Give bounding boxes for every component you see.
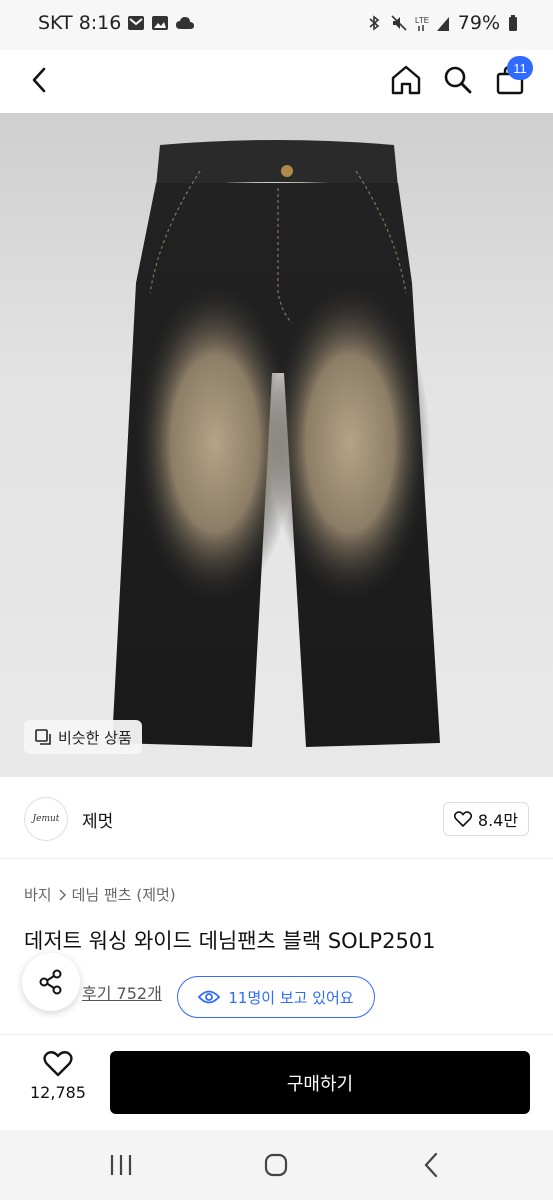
- similar-products-label: 비슷한 상품: [58, 728, 132, 747]
- home-button[interactable]: [384, 58, 428, 102]
- viewers-badge: 11명이 보고 있어요: [177, 976, 375, 1018]
- breadcrumb-category[interactable]: 바지: [24, 884, 52, 905]
- battery-icon: [509, 15, 517, 31]
- breadcrumb-subcategory[interactable]: 데님 팬츠 (제멋): [72, 884, 176, 905]
- brand-logo-text: Jemut: [32, 814, 60, 824]
- gmail-icon: [128, 16, 145, 30]
- chevron-right-icon: [59, 889, 66, 900]
- viewers-label: 11명이 보고 있어요: [228, 988, 354, 1007]
- back-nav-icon[interactable]: [422, 1152, 440, 1178]
- buy-button[interactable]: 구매하기: [110, 1051, 530, 1114]
- share-button[interactable]: [22, 953, 80, 1011]
- heart-icon: [43, 1051, 73, 1077]
- cloud-icon: [176, 17, 195, 29]
- status-bar: SKT 8:16 LTE 79%: [0, 0, 553, 50]
- brand-like-button[interactable]: 8.4만: [443, 802, 529, 836]
- gallery-icon: [152, 16, 169, 30]
- review-link[interactable]: 후기 752개: [82, 980, 162, 1004]
- search-button[interactable]: [436, 58, 480, 102]
- search-icon: [444, 66, 472, 94]
- copy-icon: [35, 729, 51, 745]
- recent-apps-icon[interactable]: [108, 1154, 134, 1176]
- share-icon: [39, 969, 62, 995]
- lte-signal-icon: LTE: [415, 16, 449, 31]
- wishlist-button[interactable]: 12,785: [24, 1050, 92, 1114]
- brand-logo[interactable]: Jemut: [24, 797, 68, 841]
- bluetooth-icon: [369, 15, 380, 31]
- breadcrumb: 바지 데님 팬츠 (제멋): [24, 884, 176, 905]
- jeans-image: [112, 140, 440, 747]
- product-image[interactable]: [0, 113, 553, 777]
- mute-icon: [391, 15, 407, 31]
- carrier-time: SKT 8:16: [38, 12, 122, 34]
- brand-like-count: 8.4만: [477, 811, 519, 830]
- system-nav-bar: [0, 1130, 553, 1200]
- product-title: 데저트 워싱 와이드 데님팬츠 블랙 SOLP2501: [24, 929, 436, 953]
- cart-count-badge: 11: [507, 56, 533, 80]
- battery-percent: 79%: [457, 12, 500, 34]
- app-header: [0, 50, 553, 112]
- home-icon: [391, 65, 421, 95]
- wishlist-count: 12,785: [30, 1083, 86, 1102]
- back-button[interactable]: [18, 58, 62, 102]
- eye-icon: [198, 990, 221, 1004]
- chevron-left-icon: [32, 67, 46, 93]
- home-circle-icon[interactable]: [263, 1153, 289, 1177]
- svg-text:LTE: LTE: [415, 16, 429, 25]
- similar-products-button[interactable]: 비슷한 상품: [24, 720, 142, 754]
- heart-icon: [453, 811, 472, 827]
- brand-name[interactable]: 제멋: [82, 807, 113, 832]
